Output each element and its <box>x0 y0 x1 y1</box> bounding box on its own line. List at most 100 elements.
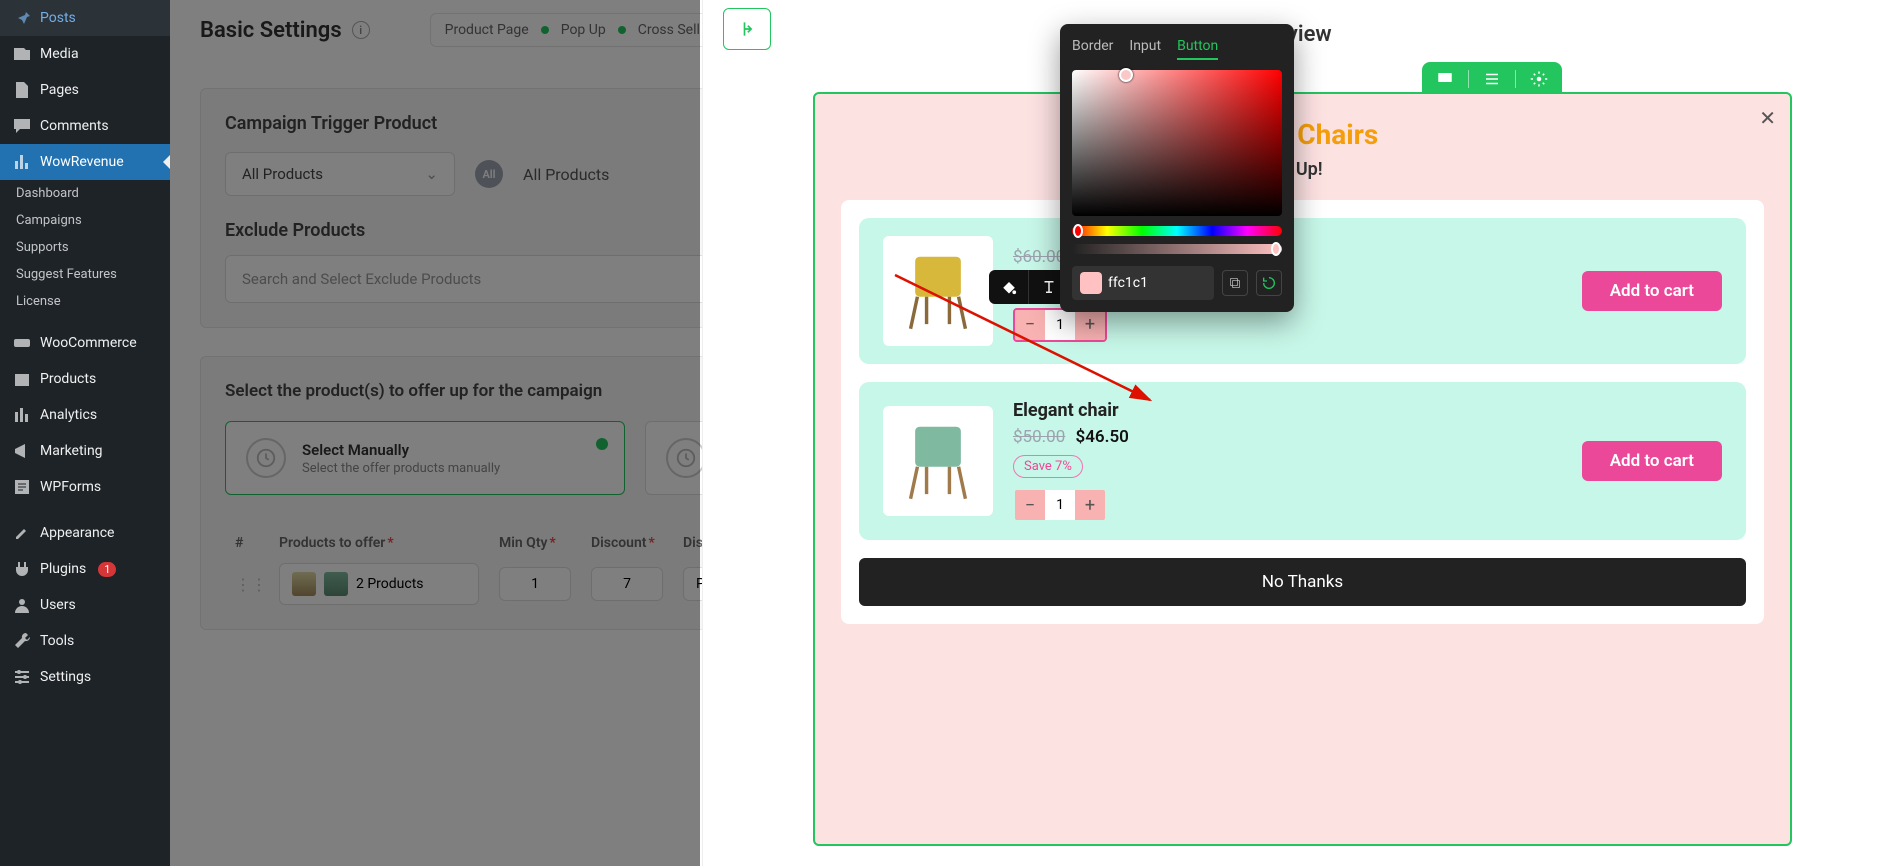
expand-button[interactable] <box>723 8 771 50</box>
add-to-cart-button[interactable]: Add to cart <box>1582 271 1722 311</box>
qty-value: 1 <box>1045 490 1075 520</box>
hue-cursor[interactable] <box>1073 224 1083 238</box>
color-picker-popover: Border Input Button ffc1c1 <box>1060 24 1294 312</box>
alpha-cursor[interactable] <box>1271 242 1281 256</box>
box-icon <box>12 369 32 389</box>
preview-device-tabs[interactable] <box>1422 62 1562 96</box>
sidebar-item-label: WPForms <box>40 479 101 495</box>
qty-increase-button[interactable]: + <box>1075 490 1105 520</box>
sidebar-sub-dashboard[interactable]: Dashboard <box>0 180 170 207</box>
sidebar-item-plugins[interactable]: Plugins 1 <box>0 551 170 587</box>
sidebar-item-wowrevenue[interactable]: WowRevenue <box>0 144 170 180</box>
location-crosssell: Cross Sell <box>638 22 700 38</box>
close-icon[interactable]: ✕ <box>1759 106 1776 130</box>
discount-input[interactable]: 7 <box>591 567 663 601</box>
new-price: $46.50 <box>1075 427 1128 447</box>
clock-icon <box>246 438 286 478</box>
divider <box>1515 70 1516 88</box>
sidebar-item-label: Appearance <box>40 525 114 541</box>
sidebar-item-appearance[interactable]: Appearance <box>0 515 170 551</box>
products-cell[interactable]: 2 Products <box>279 563 479 605</box>
copy-button[interactable] <box>1222 270 1248 296</box>
sidebar-item-posts[interactable]: Posts <box>0 0 170 36</box>
sidebar-item-products[interactable]: Products <box>0 361 170 397</box>
sidebar-item-users[interactable]: Users <box>0 587 170 623</box>
dropdown-value: All Products <box>242 165 323 183</box>
sidebar-item-label: WowRevenue <box>40 154 124 170</box>
sidebar-item-label: Products <box>40 371 96 387</box>
saturation-value-field[interactable] <box>1072 70 1282 216</box>
alpha-slider[interactable] <box>1072 244 1282 254</box>
products-scroll: $60.00 $55.80 Save 7% − <box>841 200 1764 624</box>
sidebar-item-pages[interactable]: Pages <box>0 72 170 108</box>
page-title-text: Basic Settings <box>200 18 342 43</box>
sidebar-item-woocommerce[interactable]: WooCommerce <box>0 325 170 361</box>
products-count: 2 Products <box>356 576 424 592</box>
sidebar-item-media[interactable]: Media <box>0 36 170 72</box>
wrench-icon <box>12 631 32 651</box>
old-price: $60.00 <box>1013 247 1065 267</box>
cp-tab-input[interactable]: Input <box>1129 38 1161 60</box>
sidebar-item-analytics[interactable]: Analytics <box>0 397 170 433</box>
sidebar-item-label: Comments <box>40 118 109 134</box>
popup-subline: y Up! <box>841 159 1764 180</box>
chevron-down-icon: ⌄ <box>425 165 438 183</box>
sidebar-item-wpforms[interactable]: WPForms <box>0 469 170 505</box>
product-card: Elegant chair $50.00 $46.50 Save 7% − 1 … <box>859 382 1746 540</box>
hue-slider[interactable] <box>1072 226 1282 236</box>
sidebar-item-settings[interactable]: Settings <box>0 659 170 695</box>
page-icon <box>12 80 32 100</box>
plugins-update-badge: 1 <box>98 562 116 577</box>
add-to-cart-button[interactable]: Add to cart <box>1582 441 1722 481</box>
save-badge: Save 7% <box>1013 455 1083 478</box>
pin-icon <box>12 8 32 28</box>
product-image <box>883 406 993 516</box>
th-discount: Discount* <box>591 535 663 551</box>
cp-tab-button[interactable]: Button <box>1177 38 1218 60</box>
dot-icon <box>541 26 549 34</box>
sidebar-item-comments[interactable]: Comments <box>0 108 170 144</box>
drag-handle-icon[interactable]: ⋮⋮ <box>235 575 259 594</box>
exclude-search-input[interactable]: Search and Select Exclude Products <box>225 255 785 303</box>
main-content: Basic Settings i Product Page Pop Up Cro… <box>170 0 1882 866</box>
trigger-dropdown[interactable]: All Products ⌄ <box>225 152 455 196</box>
reset-button[interactable] <box>1256 270 1282 296</box>
qty-decrease-button[interactable]: − <box>1015 310 1045 340</box>
offer-card-sub: Select the offer products manually <box>302 461 500 476</box>
minqty-input[interactable]: 1 <box>499 567 571 601</box>
product-price: $50.00 $46.50 <box>1013 427 1562 447</box>
popup-preview: ✕ nt on Chairs y Up! $60.00 $55.80 <box>813 92 1792 846</box>
offer-card-manual[interactable]: Select Manually Select the offer product… <box>225 421 625 495</box>
sidebar-item-label: Tools <box>40 633 74 649</box>
chip-label: All Products <box>523 165 609 184</box>
sv-cursor[interactable] <box>1119 68 1133 82</box>
sidebar-sub-suggest[interactable]: Suggest Features <box>0 261 170 288</box>
product-name: Elegant chair <box>1013 400 1562 421</box>
hex-value: ffc1c1 <box>1108 275 1148 291</box>
th-hash: # <box>235 535 259 551</box>
qty-decrease-button[interactable]: − <box>1015 490 1045 520</box>
sidebar-item-tools[interactable]: Tools <box>0 623 170 659</box>
sidebar-item-label: Settings <box>40 669 91 685</box>
location-popup: Pop Up <box>561 22 606 38</box>
sliders-icon <box>12 667 32 687</box>
hex-input[interactable]: ffc1c1 <box>1072 266 1214 300</box>
sidebar-item-marketing[interactable]: Marketing <box>0 433 170 469</box>
all-chip: All <box>475 160 503 188</box>
sidebar-sub-license[interactable]: License <box>0 288 170 315</box>
sidebar-item-label: Pages <box>40 82 79 98</box>
woo-icon <box>12 333 32 353</box>
info-icon[interactable]: i <box>352 21 370 39</box>
sidebar-item-label: Media <box>40 46 79 62</box>
th-products: Products to offer* <box>279 535 479 551</box>
color-picker-tabs: Border Input Button <box>1072 38 1282 60</box>
popup-headline: nt on Chairs <box>841 118 1764 151</box>
qty-increase-button[interactable]: + <box>1075 310 1105 340</box>
cp-tab-border[interactable]: Border <box>1072 38 1113 60</box>
sidebar-item-label: WooCommerce <box>40 335 137 351</box>
no-thanks-button[interactable]: No Thanks <box>859 558 1746 606</box>
sidebar-sub-campaigns[interactable]: Campaigns <box>0 207 170 234</box>
dot-icon <box>618 26 626 34</box>
fill-tool-button[interactable] <box>989 270 1029 304</box>
sidebar-sub-supports[interactable]: Supports <box>0 234 170 261</box>
